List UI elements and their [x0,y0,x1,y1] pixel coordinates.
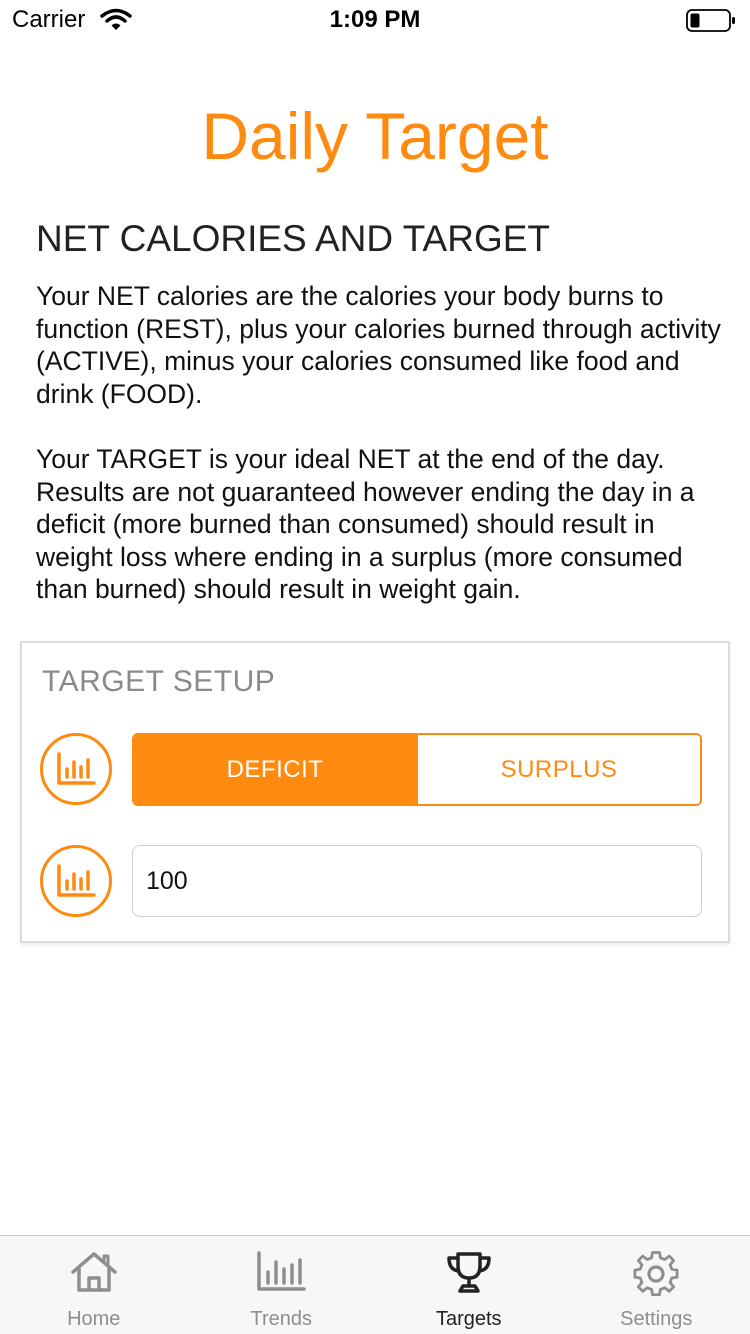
net-calories-description: Your NET calories are the calories your … [36,281,721,409]
surplus-segment[interactable]: SURPLUS [416,735,700,804]
clock: 1:09 PM [329,6,421,33]
deficit-segment[interactable]: DEFICIT [134,735,416,804]
tab-settings-label: Settings [620,1308,693,1330]
status-bar: Carrier 1:09 PM [0,0,750,40]
tab-targets[interactable]: Targets [375,1236,563,1334]
tab-trends-label: Trends [250,1308,312,1330]
target-setup-card: TARGET SETUP DEFICIT SURPLUS [20,641,730,943]
trophy-icon [443,1250,495,1299]
target-value-input[interactable] [132,845,702,917]
section-heading: NET CALORIES AND TARGET [36,218,551,259]
bar-chart-icon [40,845,112,917]
bar-chart-icon [255,1250,307,1299]
tab-settings[interactable]: Settings [563,1236,750,1334]
home-icon [68,1250,120,1299]
target-mode-segmented-control[interactable]: DEFICIT SURPLUS [132,733,702,806]
tab-home-label: Home [67,1308,121,1330]
tab-trends[interactable]: Trends [188,1236,376,1334]
target-setup-title: TARGET SETUP [42,665,276,698]
gear-icon [630,1250,682,1303]
bar-chart-icon [40,733,112,805]
tab-home[interactable]: Home [0,1236,188,1334]
battery-icon [686,9,736,38]
tab-bar: Home Trends Targets Settings [0,1235,750,1334]
tab-targets-label: Targets [435,1308,502,1330]
target-description: Your TARGET is your ideal NET at the end… [36,444,695,604]
page-title: Daily Target [201,99,549,173]
